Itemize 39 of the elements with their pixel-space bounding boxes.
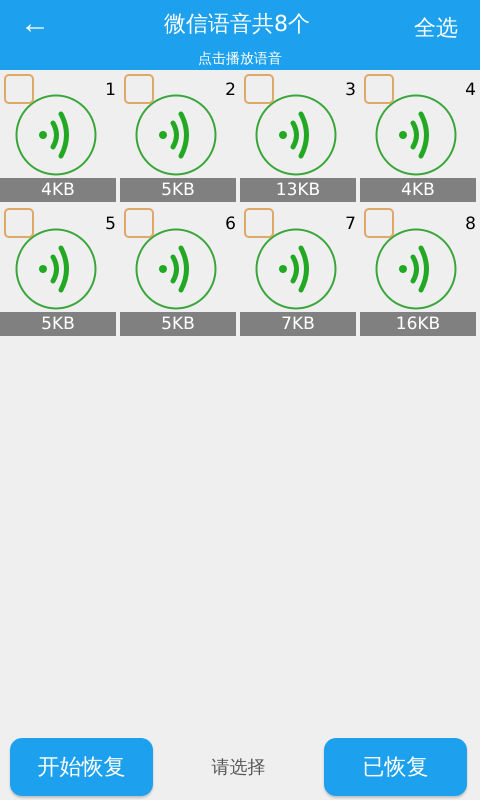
checkbox[interactable]: [244, 74, 274, 104]
voice-play-icon[interactable]: [255, 228, 337, 310]
file-size-label: 4KB: [360, 178, 476, 202]
voice-number: 7: [345, 214, 356, 234]
restored-button[interactable]: 已恢复: [324, 738, 467, 796]
hint-text: 请选择: [212, 756, 266, 779]
file-size-label: 4KB: [0, 178, 116, 202]
start-restore-button[interactable]: 开始恢复: [10, 738, 153, 796]
page-title: 微信语音共8个: [164, 11, 310, 39]
page-subtitle: 点击播放语音: [198, 50, 282, 68]
voice-number: 8: [465, 214, 476, 234]
checkbox[interactable]: [124, 74, 154, 104]
checkbox[interactable]: [364, 74, 394, 104]
voice-play-icon[interactable]: [135, 228, 217, 310]
voice-number: 6: [225, 214, 236, 234]
checkbox[interactable]: [124, 208, 154, 238]
voice-number: 2: [225, 80, 236, 100]
voice-number: 4: [465, 80, 476, 100]
select-all-button[interactable]: 全选: [414, 13, 480, 43]
voice-number: 3: [345, 80, 356, 100]
voice-play-icon[interactable]: [135, 94, 217, 176]
voice-play-icon[interactable]: [375, 94, 457, 176]
voice-number: 5: [105, 214, 116, 234]
checkbox[interactable]: [244, 208, 274, 238]
file-size-label: 5KB: [0, 312, 116, 336]
checkbox[interactable]: [4, 74, 34, 104]
back-button[interactable]: ←: [0, 9, 60, 39]
checkbox[interactable]: [364, 208, 394, 238]
file-size-label: 5KB: [120, 178, 236, 202]
voice-play-icon[interactable]: [15, 94, 97, 176]
voice-play-icon[interactable]: [15, 228, 97, 310]
checkbox[interactable]: [4, 208, 34, 238]
file-size-label: 5KB: [120, 312, 236, 336]
file-size-label: 16KB: [360, 312, 476, 336]
file-size-label: 7KB: [240, 312, 356, 336]
voice-play-icon[interactable]: [255, 94, 337, 176]
voice-number: 1: [105, 80, 116, 100]
file-size-label: 13KB: [240, 178, 356, 202]
voice-play-icon[interactable]: [375, 228, 457, 310]
